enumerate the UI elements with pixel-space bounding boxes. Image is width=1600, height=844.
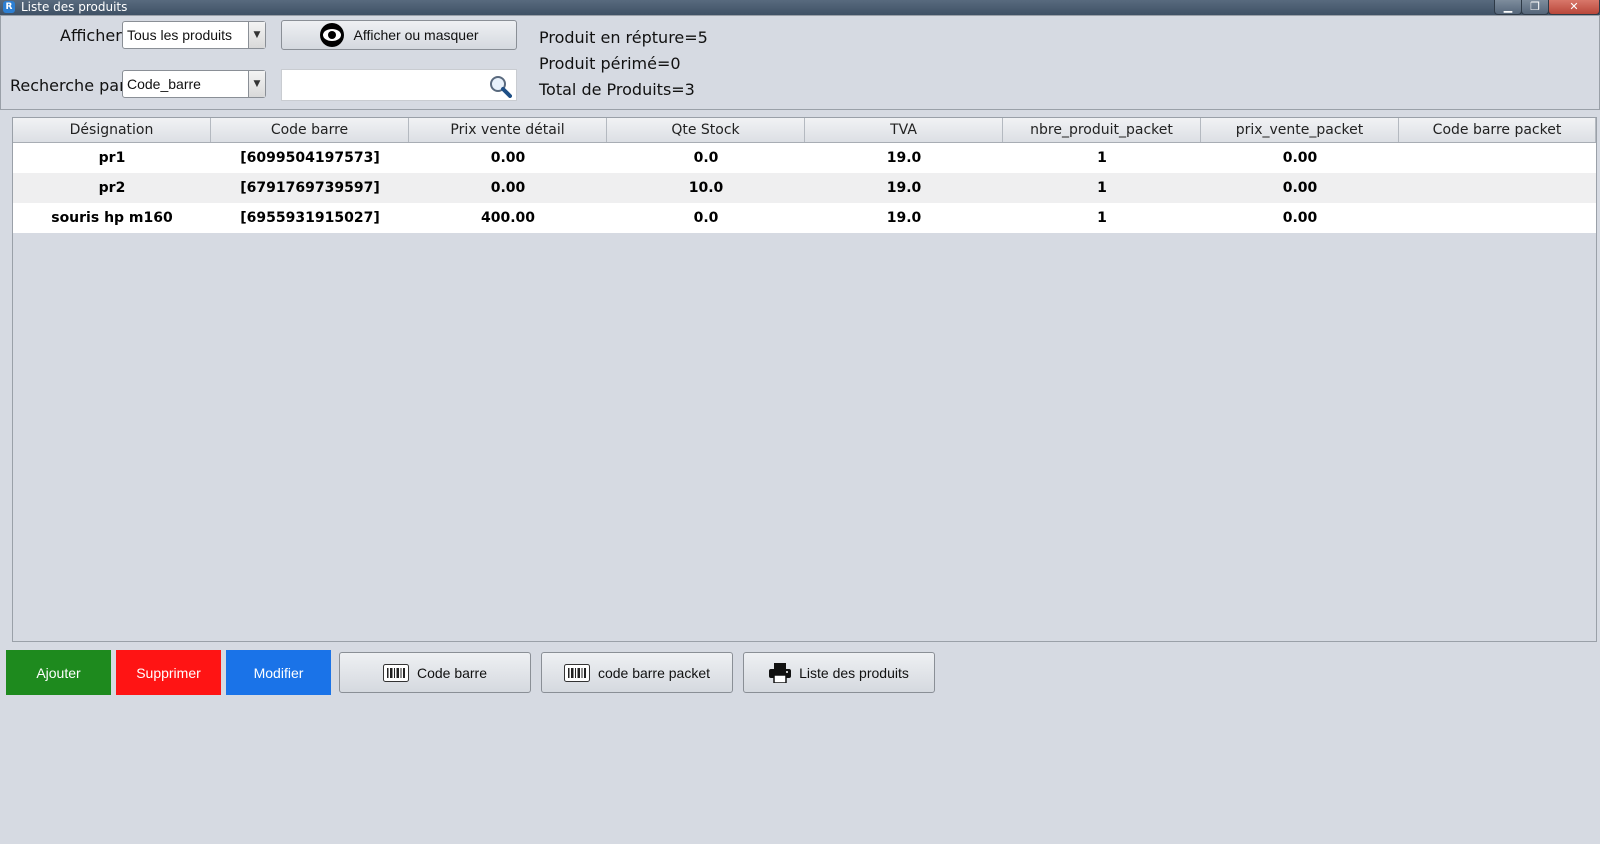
- delete-button[interactable]: Supprimer: [116, 650, 221, 695]
- table-cell: [1399, 143, 1597, 173]
- table-cell: [6955931915027]: [240, 210, 380, 226]
- stat-total: Total de Produits=3: [539, 80, 695, 99]
- title-bar: R Liste des produits ▁ ❐ ✕: [0, 0, 1600, 15]
- search-input[interactable]: [281, 69, 517, 101]
- barcode-icon: [563, 663, 590, 682]
- column-header[interactable]: Désignation: [13, 118, 211, 142]
- chevron-down-icon: ▼: [248, 22, 265, 48]
- table-cell: [1399, 173, 1597, 203]
- table-row[interactable]: pr1 [6099504197573] 0.00 0.0 19.0 1 0.00: [13, 143, 1596, 173]
- add-button[interactable]: Ajouter: [6, 650, 111, 695]
- barcode-packet-button[interactable]: code barre packet: [541, 652, 733, 693]
- product-table: Désignation Code barre Prix vente détail Qt…: [12, 117, 1597, 642]
- show-filter-value: Tous les produits: [127, 27, 233, 43]
- table-cell: 19.0: [886, 150, 922, 166]
- search-by-select[interactable]: Code_barre ▼: [122, 70, 266, 98]
- column-header[interactable]: nbre_produit_packet: [1003, 118, 1201, 142]
- table-cell: [1399, 203, 1597, 233]
- table-row[interactable]: souris hp m160 [6955931915027] 400.00 0.0 19…: [13, 203, 1596, 233]
- table-cell: 10.0: [688, 180, 724, 196]
- barcode-packet-button-label: code barre packet: [597, 664, 711, 681]
- barcode-icon: [382, 663, 409, 682]
- search-by-label: Recherche par: [10, 76, 126, 95]
- table-row[interactable]: pr2 [6791769739597] 0.00 10.0 19.0 1 0.00: [13, 173, 1596, 203]
- column-header[interactable]: Code barre packet: [1399, 118, 1596, 142]
- print-list-button[interactable]: Liste des produits: [743, 652, 935, 693]
- toggle-visibility-label: Afficher ou masquer: [353, 27, 479, 43]
- maximize-button[interactable]: ❐: [1521, 0, 1549, 15]
- eye-icon: [320, 23, 345, 47]
- chevron-down-icon: ▼: [248, 71, 265, 97]
- edit-button[interactable]: Modifier: [226, 650, 331, 695]
- table-cell: 0.00: [1282, 180, 1318, 196]
- table-cell: 1: [1097, 150, 1107, 166]
- table-cell: 0.0: [693, 210, 719, 226]
- table-cell: 1: [1097, 210, 1107, 226]
- column-header[interactable]: Prix vente détail: [409, 118, 607, 142]
- table-header: Désignation Code barre Prix vente détail Qt…: [13, 118, 1596, 143]
- table-cell: 19.0: [886, 210, 922, 226]
- barcode-button[interactable]: Code barre: [339, 652, 531, 693]
- window-title: Liste des produits: [21, 0, 128, 14]
- column-header[interactable]: Qte Stock: [607, 118, 805, 142]
- stat-out-of-stock: Produit en répture=5: [539, 28, 708, 47]
- column-header[interactable]: Code barre: [211, 118, 409, 142]
- show-filter-select[interactable]: Tous les produits ▼: [122, 21, 266, 49]
- table-cell: 0.00: [490, 150, 526, 166]
- toggle-visibility-button[interactable]: Afficher ou masquer: [281, 20, 517, 50]
- print-list-button-label: Liste des produits: [799, 664, 909, 681]
- table-cell: 19.0: [886, 180, 922, 196]
- table-cell: 400.00: [480, 210, 536, 226]
- column-header[interactable]: prix_vente_packet: [1201, 118, 1399, 142]
- app-icon: R: [3, 1, 15, 13]
- table-cell: 0.00: [1282, 150, 1318, 166]
- column-header[interactable]: TVA: [805, 118, 1003, 142]
- table-cell: souris hp m160: [51, 210, 173, 226]
- table-cell: pr2: [98, 180, 126, 196]
- table-cell: 0.00: [490, 180, 526, 196]
- table-cell: [6791769739597]: [240, 180, 380, 196]
- minimize-button[interactable]: ▁: [1494, 0, 1522, 15]
- close-button[interactable]: ✕: [1548, 0, 1600, 15]
- table-cell: 0.0: [693, 150, 719, 166]
- table-cell: 1: [1097, 180, 1107, 196]
- search-by-value: Code_barre: [127, 76, 201, 92]
- barcode-button-label: Code barre: [416, 664, 488, 681]
- table-cell: pr1: [98, 150, 126, 166]
- table-cell: 0.00: [1282, 210, 1318, 226]
- show-label: Afficher: [60, 26, 122, 45]
- stat-expired: Produit périmé=0: [539, 54, 681, 73]
- search-icon[interactable]: [488, 74, 512, 98]
- table-cell: [6099504197573]: [240, 150, 380, 166]
- printer-icon: [769, 662, 792, 683]
